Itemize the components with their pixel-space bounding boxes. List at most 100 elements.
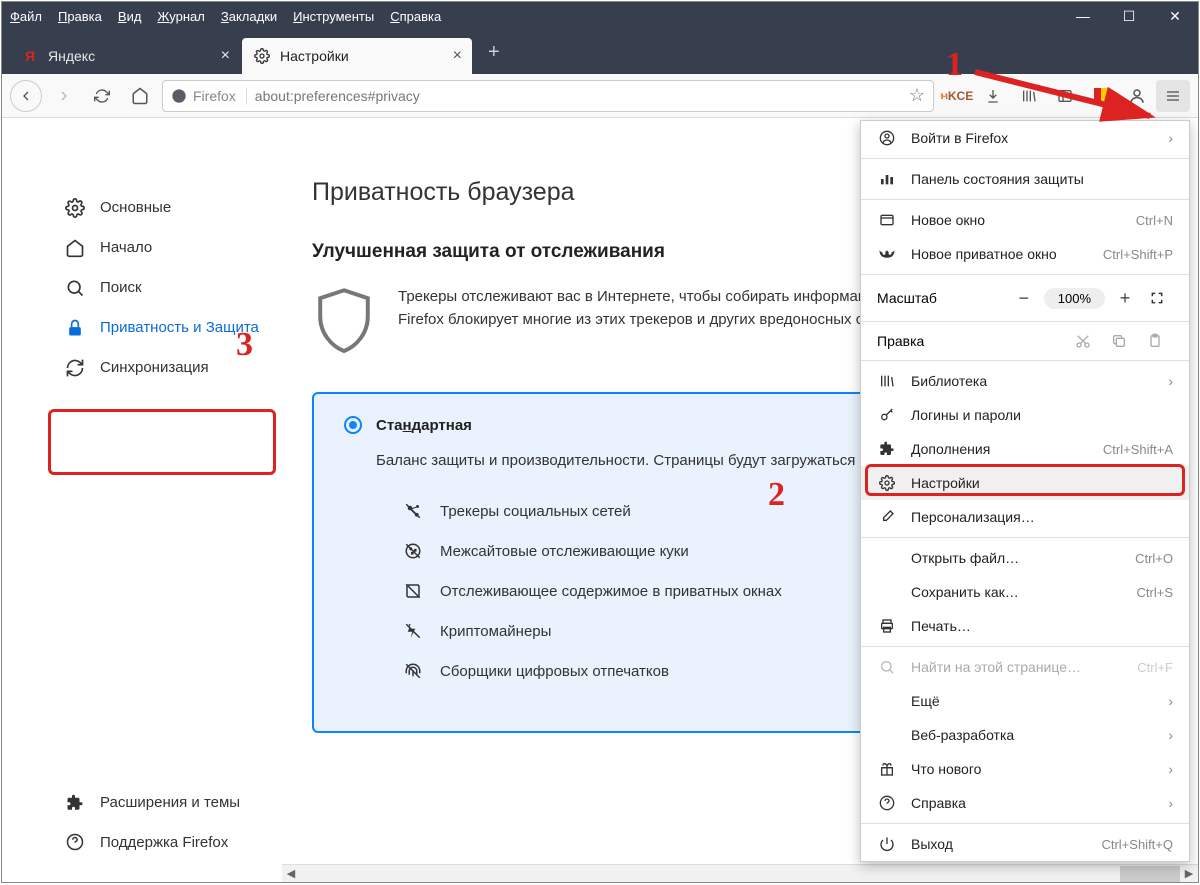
- social-tracker-icon: [404, 502, 426, 520]
- close-icon[interactable]: ×: [221, 47, 230, 65]
- annotation-arrow-1: [970, 62, 1170, 132]
- menubar: Файл Правка Вид Журнал Закладки Инструме…: [2, 2, 1198, 30]
- annotation-number-3: 3: [236, 326, 253, 364]
- menu-view[interactable]: Вид: [118, 9, 142, 24]
- sidebar-label: Начало: [100, 238, 152, 258]
- sidebar-support[interactable]: Поддержка Firefox: [52, 823, 282, 863]
- paste-button[interactable]: [1137, 333, 1173, 349]
- window-icon: [877, 212, 897, 228]
- window-minimize[interactable]: —: [1060, 2, 1106, 30]
- menu-edit-row: Правка: [861, 325, 1189, 357]
- help-icon: [877, 795, 897, 811]
- annotation-highlight-3: [48, 409, 276, 475]
- url-text: about:preferences#privacy: [255, 88, 909, 104]
- cookie-icon: [404, 542, 426, 560]
- card-title-label: Стандартная: [376, 417, 472, 434]
- menu-customize[interactable]: Персонализация…: [861, 500, 1189, 534]
- tab-label: Настройки: [280, 48, 349, 64]
- menu-bookmarks[interactable]: Закладки: [221, 9, 277, 24]
- menu-new-window[interactable]: Новое окно Ctrl+N: [861, 203, 1189, 237]
- search-icon: [877, 659, 897, 675]
- zoom-value: 100%: [1044, 288, 1105, 309]
- menu-find[interactable]: Найти на этой странице… Ctrl+F: [861, 650, 1189, 684]
- close-icon[interactable]: ×: [453, 47, 462, 65]
- menu-whatsnew[interactable]: Что нового ›: [861, 752, 1189, 786]
- fingerprint-icon: [404, 662, 426, 680]
- menu-more[interactable]: Ещё ›: [861, 684, 1189, 718]
- chevron-right-icon: ›: [1168, 761, 1173, 777]
- horizontal-scrollbar[interactable]: ◀ ▶: [282, 864, 1198, 882]
- menu-zoom: Масштаб − 100% +: [861, 278, 1189, 318]
- window-maximize[interactable]: ☐: [1106, 2, 1152, 30]
- identity-label: Firefox: [193, 88, 236, 104]
- tab-label: Яндекс: [48, 48, 95, 64]
- menu-print[interactable]: Печать…: [861, 609, 1189, 643]
- menu-save-as[interactable]: Сохранить как… Ctrl+S: [861, 575, 1189, 609]
- menu-exit[interactable]: Выход Ctrl+Shift+Q: [861, 827, 1189, 861]
- zoom-in-button[interactable]: +: [1109, 284, 1141, 312]
- menu-addons[interactable]: Дополнения Ctrl+Shift+A: [861, 432, 1189, 466]
- menu-help[interactable]: Справка ›: [861, 786, 1189, 820]
- shield-icon: [312, 285, 376, 364]
- new-tab-button[interactable]: +: [474, 41, 514, 64]
- kce-extension[interactable]: ⲙKCE: [940, 80, 974, 112]
- reload-button[interactable]: [86, 80, 118, 112]
- menu-settings[interactable]: Настройки: [861, 466, 1189, 500]
- url-bar[interactable]: Firefox about:preferences#privacy ☆: [162, 80, 934, 112]
- tab-settings[interactable]: Настройки ×: [242, 38, 472, 74]
- menu-library[interactable]: Библиотека ›: [861, 364, 1189, 398]
- tab-yandex[interactable]: Я Яндекс ×: [10, 38, 240, 74]
- sidebar-extensions[interactable]: Расширения и темы: [52, 783, 282, 823]
- menu-tools[interactable]: Инструменты: [293, 9, 374, 24]
- sidebar-item-search[interactable]: Поиск: [52, 268, 282, 308]
- gift-icon: [877, 761, 897, 777]
- sidebar-item-home[interactable]: Начало: [52, 228, 282, 268]
- cut-button[interactable]: [1065, 333, 1101, 349]
- menu-file[interactable]: Файл: [10, 9, 42, 24]
- menu-edit[interactable]: Правка: [58, 9, 102, 24]
- menu-open-file[interactable]: Открыть файл… Ctrl+O: [861, 541, 1189, 575]
- sidebar-label: Расширения и темы: [100, 793, 240, 813]
- forward-button[interactable]: [48, 80, 80, 112]
- key-icon: [877, 407, 897, 423]
- star-icon[interactable]: ☆: [909, 85, 925, 106]
- sidebar-label: Синхронизация: [100, 358, 209, 378]
- dashboard-icon: [877, 171, 897, 187]
- chevron-right-icon: ›: [1168, 795, 1173, 811]
- puzzle-icon: [64, 794, 86, 812]
- chevron-right-icon: ›: [1168, 373, 1173, 389]
- menu-new-private-window[interactable]: Новое приватное окно Ctrl+Shift+P: [861, 237, 1189, 271]
- menu-logins[interactable]: Логины и пароли: [861, 398, 1189, 432]
- yandex-icon: Я: [22, 48, 38, 64]
- chevron-right-icon: ›: [1168, 727, 1173, 743]
- puzzle-icon: [877, 441, 897, 457]
- scroll-left-icon[interactable]: ◀: [282, 865, 300, 883]
- window-close[interactable]: ✕: [1152, 2, 1198, 30]
- annotation-number-1: 1: [946, 46, 963, 84]
- sidebar-item-general[interactable]: Основные: [52, 188, 282, 228]
- lock-icon: [64, 318, 86, 338]
- annotation-number-2: 2: [768, 476, 785, 514]
- menu-history[interactable]: Журнал: [157, 9, 204, 24]
- menu-privacy-dashboard[interactable]: Панель состояния защиты: [861, 162, 1189, 196]
- brush-icon: [877, 509, 897, 525]
- search-icon: [64, 278, 86, 298]
- scroll-thumb[interactable]: [1120, 866, 1180, 882]
- copy-button[interactable]: [1101, 333, 1137, 349]
- radio-standard[interactable]: [344, 416, 362, 434]
- sidebar-label: Поддержка Firefox: [100, 833, 228, 853]
- firefox-icon: [171, 88, 187, 104]
- menu-help[interactable]: Справка: [390, 9, 441, 24]
- home-button[interactable]: [124, 80, 156, 112]
- home-icon: [64, 238, 86, 258]
- tracking-content-icon: [404, 582, 426, 600]
- back-button[interactable]: [10, 80, 42, 112]
- account-icon: [877, 130, 897, 146]
- zoom-out-button[interactable]: −: [1008, 284, 1040, 312]
- scroll-right-icon[interactable]: ▶: [1180, 865, 1198, 883]
- gear-icon: [254, 48, 270, 64]
- fullscreen-button[interactable]: [1141, 284, 1173, 312]
- cryptominer-icon: [404, 622, 426, 640]
- chevron-right-icon: ›: [1168, 130, 1173, 146]
- menu-webdev[interactable]: Веб-разработка ›: [861, 718, 1189, 752]
